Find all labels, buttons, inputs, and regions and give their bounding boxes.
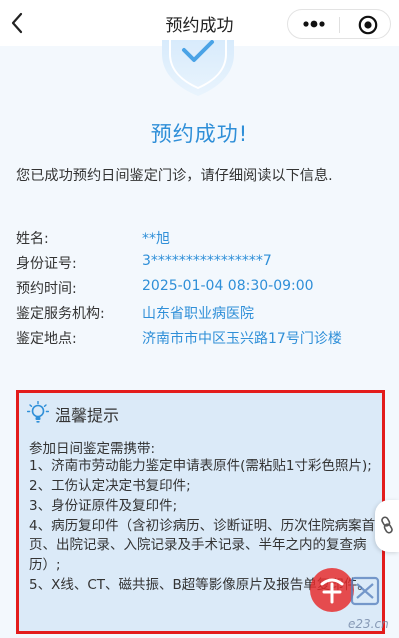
lightbulb-icon <box>27 401 49 423</box>
tip-item: 3、身份证原件及复印件; <box>29 498 178 514</box>
info-value: 济南市市中区玉兴路17号门诊楼 <box>142 331 342 347</box>
info-label: 姓名: <box>16 231 49 247</box>
info-row-location: 鉴定地点: 济南市市中区玉兴路17号门诊楼 <box>16 328 391 350</box>
success-heading: 预约成功! <box>150 122 249 146</box>
info-row-institution: 鉴定服务机构: 山东省职业病医院 <box>16 303 391 325</box>
info-row-id-number: 身份证号: 3****************7 <box>16 253 391 275</box>
info-value: 3****************7 <box>142 253 272 269</box>
info-label: 身份证号: <box>16 256 77 272</box>
side-link-tab[interactable] <box>375 500 399 552</box>
link-icon <box>381 516 393 534</box>
close-miniprogram-icon[interactable] <box>358 15 378 35</box>
info-label: 预约时间: <box>16 281 77 297</box>
info-label: 鉴定服务机构: <box>16 306 105 322</box>
info-label: 鉴定地点: <box>16 331 77 347</box>
tip-item: 1、济南市劳动能力鉴定申请表原件(需粘贴1寸彩色照片); <box>29 458 372 474</box>
info-value: **旭 <box>142 231 170 247</box>
tips-title: 温馨提示 <box>55 406 120 425</box>
shield-check-icon <box>162 40 234 96</box>
info-value: 山东省职业病医院 <box>142 306 254 322</box>
site-watermark-logo: e23.cn <box>310 568 389 631</box>
intro-text: 您已成功预约日间鉴定门诊，请仔细阅读以下信息. <box>16 168 333 184</box>
miniprogram-capsule <box>287 9 391 39</box>
info-row-name: 姓名: **旭 <box>16 228 391 250</box>
info-value: 2025-01-04 08:30-09:00 <box>142 278 314 294</box>
tips-lead: 参加日间鉴定需携带: <box>29 441 156 457</box>
watermark-text: e23.cn <box>348 617 389 631</box>
more-options-icon[interactable] <box>302 17 326 31</box>
tip-item: 2、工伤认定决定书复印件; <box>29 478 191 494</box>
capsule-divider <box>339 17 340 33</box>
info-row-appointment-time: 预约时间: 2025-01-04 08:30-09:00 <box>16 278 391 300</box>
